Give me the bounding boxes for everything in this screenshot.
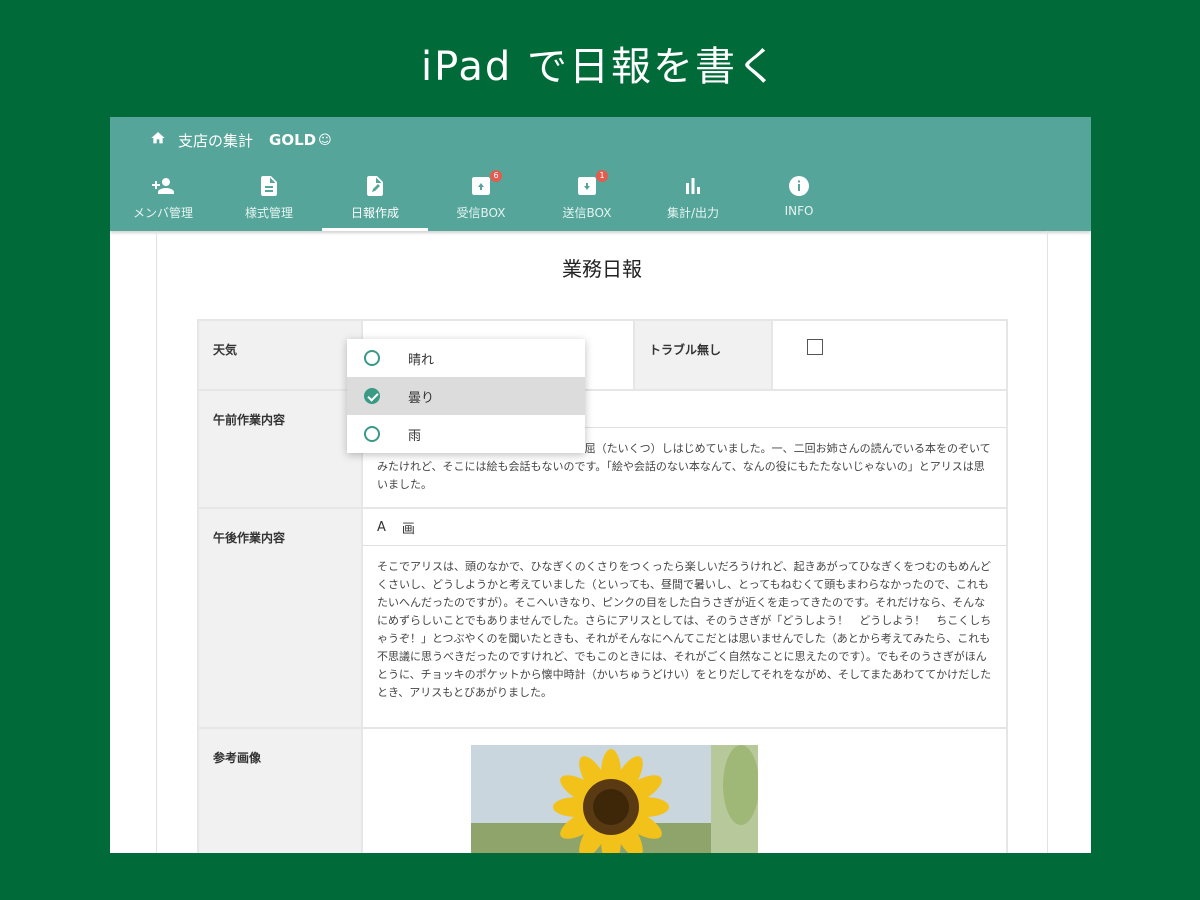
option-label: 晴れ [408, 352, 435, 368]
app-window: 支店の集計 GOLD ☺ メンバ管理 様式管理 日報作成 6 受信BOX 1 送… [110, 117, 1091, 853]
outbox-icon: 1 [575, 170, 608, 198]
weather-label: 天気 [197, 319, 363, 391]
nav-create-report[interactable]: 日報作成 [322, 169, 428, 231]
radio-checked-icon [364, 388, 380, 404]
afternoon-editor[interactable]: A 画 そこでアリスは、頭のなかで、ひなぎくのくさりをつくったら楽しいだろうけれ… [361, 507, 1008, 729]
morning-label: 午前作業内容 [197, 389, 363, 509]
weather-dropdown: 晴れ 曇り 雨 [347, 339, 585, 453]
option-label: 雨 [408, 428, 422, 444]
weather-option-rain[interactable]: 雨 [347, 415, 585, 453]
person-add-icon [151, 174, 175, 198]
nav-members[interactable]: メンバ管理 [110, 169, 216, 231]
option-label: 曇り [408, 390, 435, 406]
trouble-checkbox[interactable] [807, 339, 823, 355]
nav-inbox[interactable]: 6 受信BOX [428, 169, 534, 231]
nav-templates[interactable]: 様式管理 [216, 169, 322, 231]
file-edit-icon [363, 174, 387, 198]
insert-image-button[interactable]: 画 [402, 518, 415, 537]
trouble-label: トラブル無し [633, 319, 773, 391]
image-cell [361, 727, 1008, 853]
sheet-title: 業務日報 [562, 257, 642, 281]
image-label: 参考画像 [197, 727, 363, 853]
afternoon-text[interactable]: そこでアリスは、頭のなかで、ひなぎくのくさりをつくったら楽しいだろうけれど、起き… [363, 546, 1006, 714]
breadcrumb: 支店の集計 GOLD ☺ [150, 130, 332, 151]
nav-label: 送信BOX [562, 206, 612, 220]
nav-label: 様式管理 [244, 206, 293, 220]
app-bar: 支店の集計 GOLD ☺ メンバ管理 様式管理 日報作成 6 受信BOX 1 送… [110, 117, 1091, 231]
nav-label: 受信BOX [456, 206, 506, 220]
nav-label: INFO [784, 204, 814, 218]
report-sheet: 業務日報 天気 トラブル無し 午前作業内容 て、なんにもすることがないのでとても… [156, 231, 1048, 853]
report-form: 天気 トラブル無し 午前作業内容 て、なんにもすることがないのでとても退屈（たい… [197, 319, 1008, 853]
nav-info[interactable]: INFO [746, 169, 852, 231]
afternoon-label: 午後作業内容 [197, 507, 363, 729]
nav-label: 集計/出力 [666, 206, 720, 220]
outbox-badge: 1 [596, 170, 608, 182]
smile-icon: ☺ [318, 132, 332, 148]
nav-label: 日報作成 [350, 206, 399, 220]
editor-toolbar: A 画 [363, 509, 1006, 546]
breadcrumb-branch[interactable]: 支店の集計 [178, 130, 253, 151]
weather-option-cloudy[interactable]: 曇り [347, 377, 585, 415]
radio-icon [364, 350, 380, 366]
plan-label: GOLD [269, 131, 317, 149]
weather-option-sunny[interactable]: 晴れ [347, 339, 585, 377]
info-icon [787, 174, 811, 198]
nav-aggregate[interactable]: 集計/出力 [640, 169, 746, 231]
radio-icon [364, 426, 380, 442]
inbox-badge: 6 [490, 170, 502, 182]
home-icon[interactable] [150, 130, 178, 150]
trouble-cell [771, 319, 1008, 391]
document-icon [257, 174, 281, 198]
nav-outbox[interactable]: 1 送信BOX [534, 169, 640, 231]
text-color-button[interactable]: A [377, 520, 386, 535]
promo-title: iPad で日報を書く [420, 44, 780, 90]
inbox-icon: 6 [469, 170, 502, 198]
bar-chart-icon [681, 174, 705, 198]
main-nav: メンバ管理 様式管理 日報作成 6 受信BOX 1 送信BOX 集計/出力 IN… [110, 169, 852, 231]
sunflower-photo[interactable] [471, 745, 758, 853]
nav-label: メンバ管理 [132, 206, 193, 220]
